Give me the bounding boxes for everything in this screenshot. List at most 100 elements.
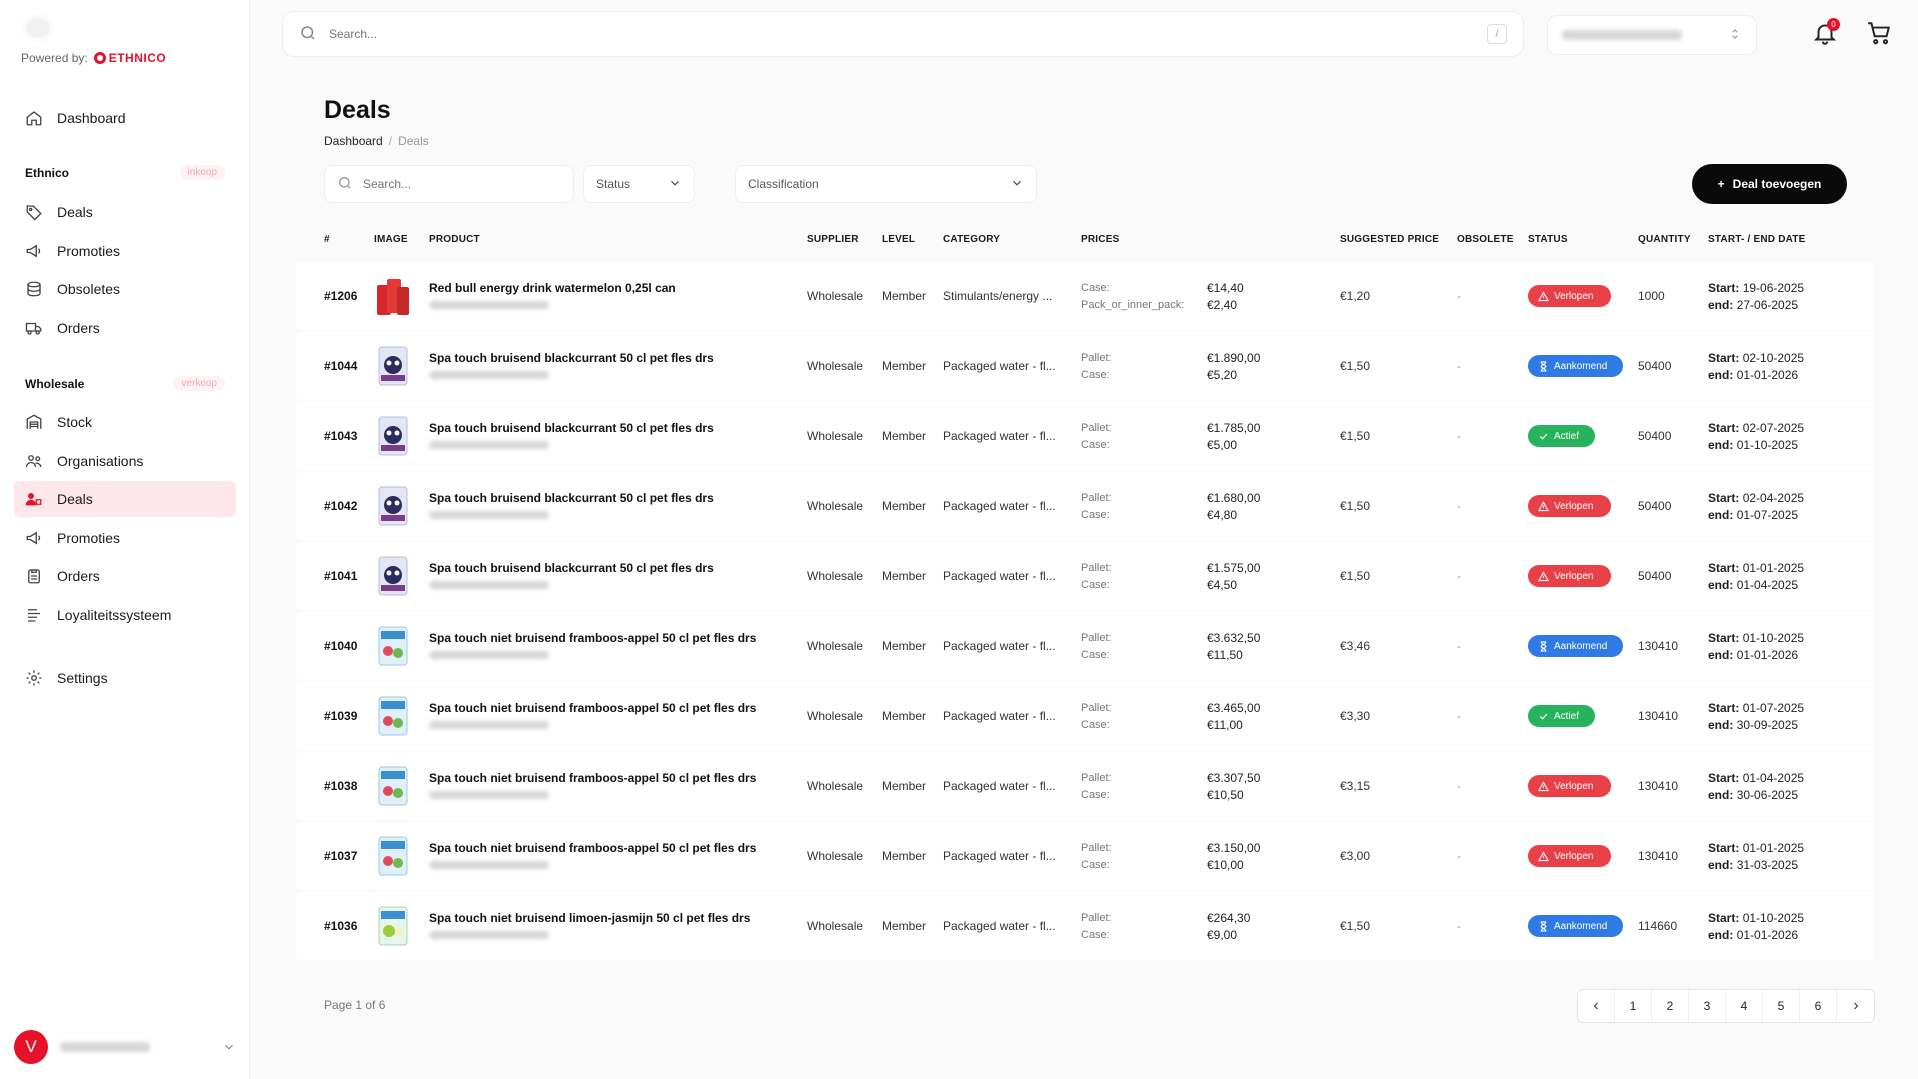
sidebar-item-wholesale-promoties[interactable]: Promoties [14,520,236,556]
deal-id[interactable]: #1042 [324,499,357,513]
deal-id[interactable]: #1206 [324,289,357,303]
sidebar-item-wholesale-orders[interactable]: Orders [14,558,236,594]
deal-id[interactable]: #1040 [324,639,357,653]
price-value: €10,00 [1207,858,1244,872]
deal-id[interactable]: #1044 [324,359,357,373]
deals-search[interactable] [324,165,574,203]
truck-icon [25,319,43,337]
deal-id[interactable]: #1043 [324,429,357,443]
product-name[interactable]: Spa touch bruisend blackcurrant 50 cl pe… [429,561,714,575]
category: Packaged water - fl... [943,569,1056,583]
warning-icon [1538,850,1549,861]
add-deal-button[interactable]: + Deal toevoegen [1692,164,1847,204]
table-row[interactable]: #1041 Spa touch bruisend blackcurrant 50 … [296,542,1874,610]
price-label: Pallet: [1081,562,1112,574]
product-name[interactable]: Spa touch niet bruisend framboos-appel 5… [429,771,756,785]
deal-id[interactable]: #1036 [324,919,357,933]
next-page-button[interactable] [1837,990,1874,1022]
product-name[interactable]: Spa touch niet bruisend framboos-appel 5… [429,631,756,645]
product-name[interactable]: Spa touch bruisend blackcurrant 50 cl pe… [429,421,714,435]
page-6-button[interactable]: 6 [1800,990,1837,1022]
deal-id[interactable]: #1039 [324,709,357,723]
price-label: Pack_or_inner_pack: [1081,299,1185,311]
product-name[interactable]: Spa touch bruisend blackcurrant 50 cl pe… [429,351,714,365]
sidebar-item-ethnico-deals[interactable]: Deals [14,194,236,230]
page-3-button[interactable]: 3 [1689,990,1726,1022]
page-5-button[interactable]: 5 [1763,990,1800,1022]
table-row[interactable]: #1206 Red bull energy drink watermelon 0,… [296,262,1874,330]
table-row[interactable]: #1043 Spa touch bruisend blackcurrant 50 … [296,402,1874,470]
end-date: end: 01-01-2026 [1708,368,1799,382]
sidebar-item-loyaliteitssysteem[interactable]: Loyaliteitssysteem [14,597,236,633]
home-icon [25,109,43,127]
suggested-price: €3,15 [1340,779,1371,793]
chevron-updown-icon [1728,27,1742,44]
ethnico-logo-icon [93,52,106,64]
supplier: Wholesale [807,569,864,583]
table-row[interactable]: #1038 Spa touch niet bruisend framboos-ap… [296,752,1874,820]
product-name[interactable]: Spa touch bruisend blackcurrant 50 cl pe… [429,491,714,505]
product-name[interactable]: Red bull energy drink watermelon 0,25l c… [429,281,676,295]
deal-id[interactable]: #1038 [324,779,357,793]
hourglass-icon [1540,920,1547,932]
price-value: €3.632,50 [1207,631,1261,645]
deal-id[interactable]: #1037 [324,849,357,863]
organisation-select[interactable] [1547,15,1757,55]
page-1-button[interactable]: 1 [1615,990,1652,1022]
chevron-left-icon [1593,1002,1598,1010]
sidebar-item-ethnico-orders[interactable]: Orders [14,310,236,346]
global-search-input[interactable] [329,27,1475,41]
chevron-down-icon [668,176,682,193]
table-row[interactable]: #1036 Spa touch niet bruisend limoen-jasm… [296,892,1874,960]
sidebar-item-organisations[interactable]: Organisations [14,443,236,479]
cart-button[interactable] [1866,20,1894,48]
table-row[interactable]: #1037 Spa touch niet bruisend framboos-ap… [296,822,1874,890]
category: Packaged water - fl... [943,429,1056,443]
page-2-button[interactable]: 2 [1652,990,1689,1022]
col-prices: PRICES [1081,234,1120,245]
prev-page-button[interactable] [1578,990,1615,1022]
product-name[interactable]: Spa touch niet bruisend framboos-appel 5… [429,841,756,855]
quantity: 130410 [1638,709,1679,723]
supplier: Wholesale [807,639,864,653]
product-name[interactable]: Spa touch niet bruisend limoen-jasmijn 5… [429,911,750,925]
sidebar-item-dashboard[interactable]: Dashboard [14,100,236,136]
user-menu[interactable]: V [14,1030,236,1064]
price-value: €1.680,00 [1207,491,1261,505]
page-4-button[interactable]: 4 [1726,990,1763,1022]
end-date: end: 27-06-2025 [1708,298,1799,312]
table-row[interactable]: #1042 Spa touch bruisend blackcurrant 50 … [296,472,1874,540]
shortcut-hint: / [1487,24,1507,44]
sidebar-item-ethnico-promoties[interactable]: Promoties [14,233,236,269]
ethnico-logo: ETHNICO [93,51,167,65]
global-search[interactable]: / [282,11,1524,57]
table-row[interactable]: #1044 Spa touch bruisend blackcurrant 50 … [296,332,1874,400]
chevron-down-icon[interactable] [222,1040,236,1054]
price-label: Case: [1081,649,1110,661]
price-label: Case: [1081,369,1110,381]
quantity: 114660 [1638,919,1678,933]
start-date: Start: 01-04-2025 [1708,771,1805,785]
warning-icon [1538,780,1549,791]
sidebar-item-wholesale-deals[interactable]: Deals [14,481,236,517]
price-value: €14,40 [1207,281,1244,295]
breadcrumb-dashboard[interactable]: Dashboard [324,134,383,148]
product-name[interactable]: Spa touch niet bruisend framboos-appel 5… [429,701,756,715]
sidebar-item-settings[interactable]: Settings [14,660,236,696]
price-value: €10,50 [1207,788,1244,802]
obsolete: - [1457,429,1461,443]
price-value: €5,20 [1207,368,1238,382]
classification-filter[interactable]: Classification [735,165,1037,203]
app-logo[interactable] [22,14,54,42]
deal-id[interactable]: #1041 [324,569,357,583]
deals-search-input[interactable] [363,177,543,191]
table-row[interactable]: #1040 Spa touch niet bruisend framboos-ap… [296,612,1874,680]
sidebar-item-stock[interactable]: Stock [14,404,236,440]
status-filter[interactable]: Status [583,165,695,203]
notifications-button[interactable]: 0 [1812,18,1840,48]
sidebar-item-ethnico-obsoletes[interactable]: Obsoletes [14,271,236,307]
table-row[interactable]: #1039 Spa touch niet bruisend framboos-ap… [296,682,1874,750]
avatar[interactable]: V [14,1030,48,1064]
start-date: Start: 01-10-2025 [1708,631,1805,645]
notification-count-badge: 0 [1827,18,1840,31]
